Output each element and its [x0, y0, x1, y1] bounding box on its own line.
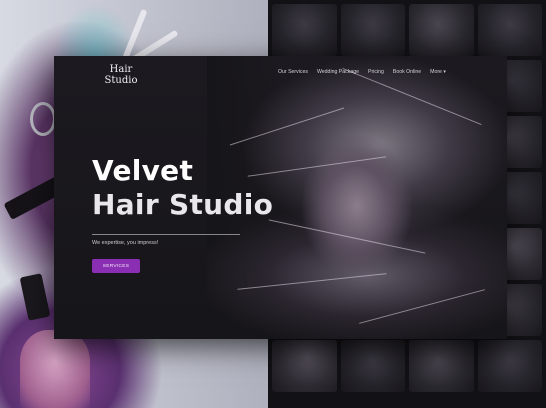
hair-strand: [229, 107, 345, 146]
website-window: Hair Studio Our Services Wedding Package…: [54, 56, 507, 339]
hero-title-line-1: Velvet: [92, 154, 194, 187]
collage-tile: [272, 340, 337, 392]
services-button[interactable]: SERVICES: [92, 259, 140, 273]
chevron-down-icon: ▾: [443, 69, 447, 75]
collage-tile: [409, 340, 474, 392]
nav-item-wedding-package[interactable]: Wedding Package: [317, 69, 359, 75]
collage-tile: [340, 4, 405, 56]
logo-line-1: Hair: [109, 64, 133, 75]
collage-tile: [409, 4, 474, 56]
nav-item-more[interactable]: More ▾: [430, 69, 446, 75]
collage-tile: [477, 340, 542, 392]
main-nav: Our Services Wedding Package Pricing Boo…: [278, 69, 446, 75]
nav-item-pricing[interactable]: Pricing: [368, 69, 384, 75]
site-logo[interactable]: Hair Studio: [98, 64, 144, 90]
hand: [20, 330, 90, 408]
nav-item-our-services[interactable]: Our Services: [278, 69, 308, 75]
collage-tile: [340, 340, 405, 392]
hair-strand: [268, 219, 426, 254]
logo-line-2: Studio: [104, 75, 138, 86]
hair-strand: [237, 273, 387, 290]
collage-tile: [477, 4, 542, 56]
collage-tile: [272, 4, 337, 56]
earring: [30, 102, 56, 136]
hero-title-line-2: Hair Studio: [92, 188, 274, 221]
hair-strand: [359, 289, 485, 324]
hair-strand: [342, 67, 482, 126]
hero-divider: [92, 234, 240, 235]
hero-tagline: We expertise, you impress!: [92, 240, 159, 246]
nav-item-book-online[interactable]: Book Online: [393, 69, 421, 75]
hero-title: Velvet Hair Studio: [92, 154, 273, 222]
nav-item-more-label: More: [430, 69, 442, 75]
